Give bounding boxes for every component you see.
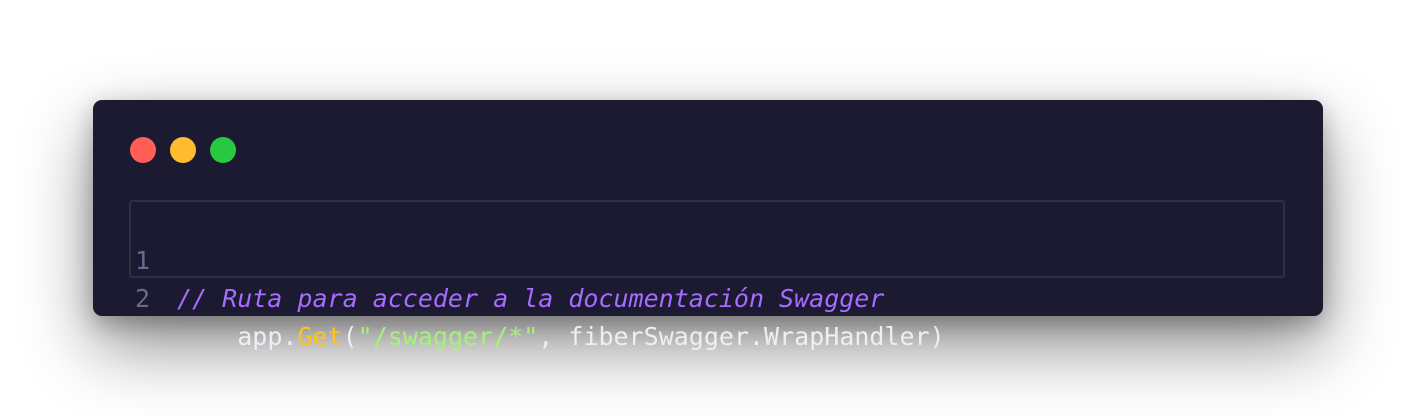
code-line-1: 1 // Ruta para acceder a la documentació…	[131, 204, 884, 313]
code-object: app	[237, 322, 283, 351]
code-dot: .	[282, 322, 298, 351]
close-dot-icon[interactable]	[130, 137, 156, 163]
window-controls	[130, 137, 236, 163]
code-editor[interactable]: 1 // Ruta para acceder a la documentació…	[129, 200, 1285, 351]
minimize-dot-icon[interactable]	[170, 137, 196, 163]
code-content-1: // Ruta para acceder a la documentación …	[177, 280, 884, 318]
maximize-dot-icon[interactable]	[210, 137, 236, 163]
code-method: Get	[297, 322, 343, 351]
code-separator: ,	[538, 322, 569, 351]
code-open-paren: (	[342, 322, 358, 351]
code-line-2: 2 app.Get("/swagger/*", fiberSwagger.Wra…	[131, 242, 945, 351]
code-close-paren: )	[929, 322, 945, 351]
code-content-2: app.Get("/swagger/*", fiberSwagger.WrapH…	[177, 318, 945, 356]
line-number-2: 2	[135, 284, 151, 313]
code-argument: fiberSwagger.WrapHandler	[568, 322, 930, 351]
code-string: "/swagger/*"	[357, 322, 539, 351]
code-comment: // Ruta para acceder a la documentación …	[177, 284, 885, 313]
code-window: 1 // Ruta para acceder a la documentació…	[93, 100, 1323, 351]
